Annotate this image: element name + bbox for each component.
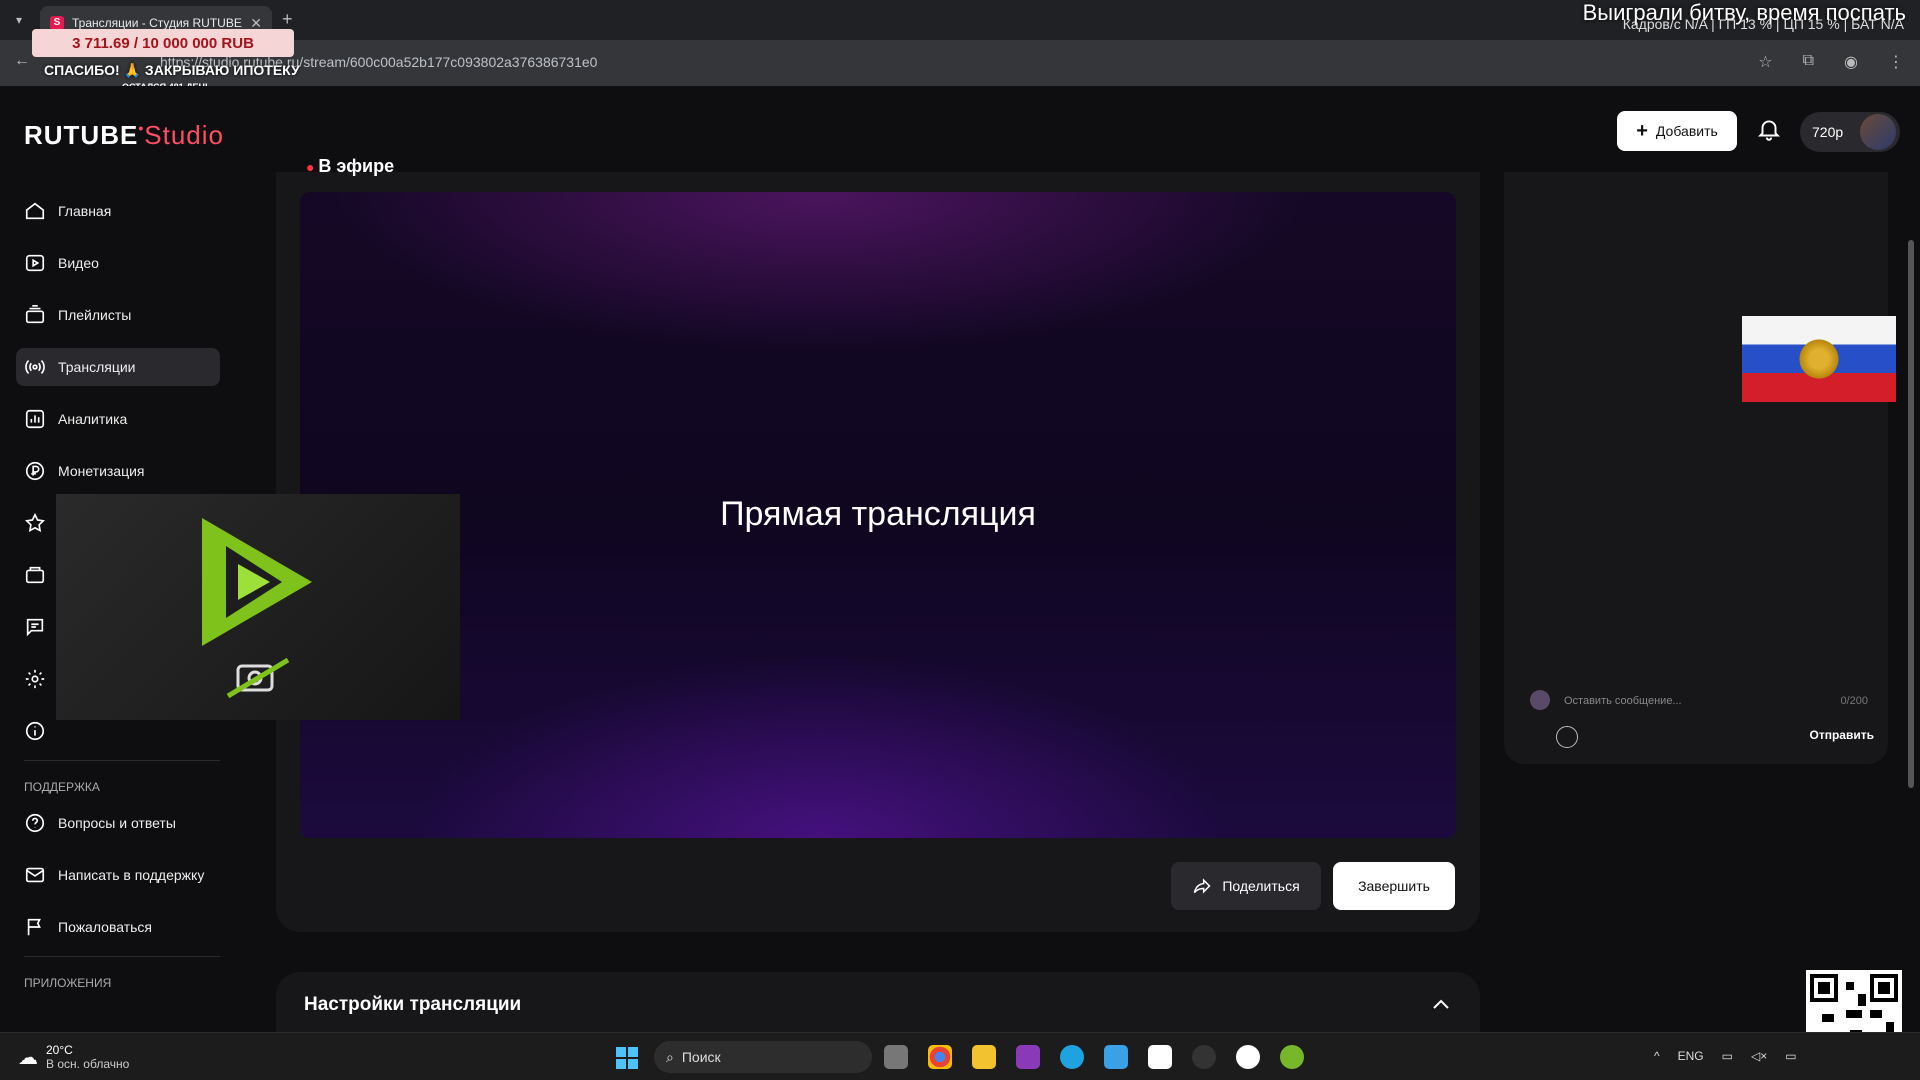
profile-icon[interactable]: ◉ [1844,52,1858,72]
emoji-icon[interactable] [1556,726,1578,748]
home-icon [25,202,45,220]
weather-widget[interactable]: ☁ 20°C В осн. облачно [18,1043,129,1071]
back-arrow-icon[interactable]: ← [14,52,30,70]
info-icon [25,721,45,741]
analytics-icon [25,409,45,429]
playlist-icon [25,305,45,324]
support-section-label: ПОДДЕРЖКА [24,780,100,794]
stream-player[interactable]: Прямая трансляция [300,192,1456,838]
menu-icon[interactable]: ⋮ [1888,52,1904,72]
language-indicator[interactable]: ENG [1678,1049,1704,1063]
wallet-icon [25,566,45,584]
bookmark-star-icon[interactable]: ☆ [1758,52,1772,72]
russian-flag-image [1742,316,1896,402]
scrollbar-thumb[interactable] [1908,240,1914,788]
finish-stream-button[interactable]: Завершить [1333,862,1455,910]
sidebar-item-video[interactable]: Видео [16,244,220,282]
donation-caption: СПАСИБО! 🙏 ЗАКРЫВАЮ ИПОТЕКУ [44,62,300,78]
tab-list-button[interactable]: ▾ [8,9,30,31]
share-button[interactable]: Поделиться [1171,862,1321,910]
avatar [1530,690,1550,710]
add-button[interactable]: + Добавить [1617,111,1737,151]
star-icon [24,512,46,533]
rutube-studio-logo[interactable]: RUTUBE•Studio [24,120,224,151]
broadcast-icon [25,360,45,374]
chevron-up-icon[interactable] [1432,998,1450,1010]
plus-icon: + [1636,119,1648,142]
donation-progress: 3 711.69 / 10 000 000 RUB [32,29,294,57]
stream-settings-panel[interactable]: Настройки трансляции [276,972,1480,1032]
question-icon [25,813,45,833]
video-icon [25,254,45,272]
sidebar-item-playlists[interactable]: Плейлисты [16,296,220,334]
cloud-icon: ☁ [18,1046,38,1069]
sidebar-item-write-support[interactable]: Написать в поддержку [16,856,220,894]
app-icon[interactable] [1236,1045,1260,1069]
sidebar-item-report[interactable]: Пожаловаться [16,908,220,946]
new-tab-button[interactable]: + [282,9,293,30]
avatar[interactable] [1860,114,1896,150]
app-icon[interactable] [1016,1045,1040,1069]
sidebar-item-streams[interactable]: Трансляции [16,348,220,386]
ruble-icon [25,461,45,481]
search-icon: ⌕ [666,1048,674,1065]
windows-taskbar: ☁ 20°C В осн. облачно ⌕ Поиск ^ ENG ▭ ◁×… [0,1032,1920,1080]
system-tray: ^ ENG ▭ ◁× ▭ [1654,1049,1797,1063]
network-icon[interactable]: ▭ [1722,1049,1733,1063]
play-logo-icon [202,518,312,699]
share-icon [1194,878,1211,894]
capcut-icon[interactable] [1148,1045,1172,1069]
coat-of-arms-icon [1799,334,1839,384]
edge-icon[interactable] [1060,1045,1084,1069]
sidebar-item-home[interactable]: Главная [16,192,220,230]
send-button[interactable]: Отправить [1810,728,1874,742]
sidebar-item-faq[interactable]: Вопросы и ответы [16,804,220,842]
file-explorer-icon[interactable] [972,1045,996,1069]
chat-panel: Оставить сообщение... 0/200 Отправить [1504,172,1888,764]
task-view-icon[interactable] [884,1045,908,1069]
taskbar-search[interactable]: ⌕ Поиск [654,1041,872,1073]
divider [24,760,220,761]
sidebar-item-analytics[interactable]: Аналитика [16,400,220,438]
divider [24,956,220,957]
mail-icon [25,867,45,883]
quality-selector[interactable]: 720p [1800,112,1900,152]
sidebar-item-monetization[interactable]: Монетизация [16,452,220,490]
rutube-favicon: S [50,16,64,30]
apps-section-label: ПРИЛОЖЕНИЯ [24,976,112,990]
live-dot-icon: ● [306,159,319,175]
bell-icon[interactable] [1756,116,1782,142]
obs-icon[interactable] [1192,1045,1216,1069]
performance-stats: Кадров/с N/A | ГП 13 % | ЦП 15 % | БАТ N… [1622,16,1904,32]
volume-icon[interactable]: ◁× [1751,1049,1767,1063]
chat-message-input[interactable]: Оставить сообщение... [1564,695,1682,707]
start-button[interactable] [616,1047,638,1069]
comment-icon [26,618,44,637]
battery-icon[interactable]: ▭ [1785,1049,1796,1063]
on-air-label: ● В эфире [306,156,395,176]
utorrent-icon[interactable] [1280,1045,1304,1069]
gear-icon [25,669,45,689]
chevron-up-icon[interactable]: ^ [1654,1049,1660,1063]
settings-title: Настройки трансляции [304,994,522,1015]
notepad-icon[interactable] [1104,1045,1128,1069]
overlay-video [56,494,460,720]
flag-icon [27,918,41,936]
player-title: Прямая трансляция [720,495,1036,533]
char-counter: 0/200 [1840,695,1868,707]
chrome-icon[interactable] [928,1045,952,1069]
extensions-icon[interactable]: ⧉ [1803,52,1814,72]
tab-title: Трансляции - Студия RUTUBE [72,16,242,30]
